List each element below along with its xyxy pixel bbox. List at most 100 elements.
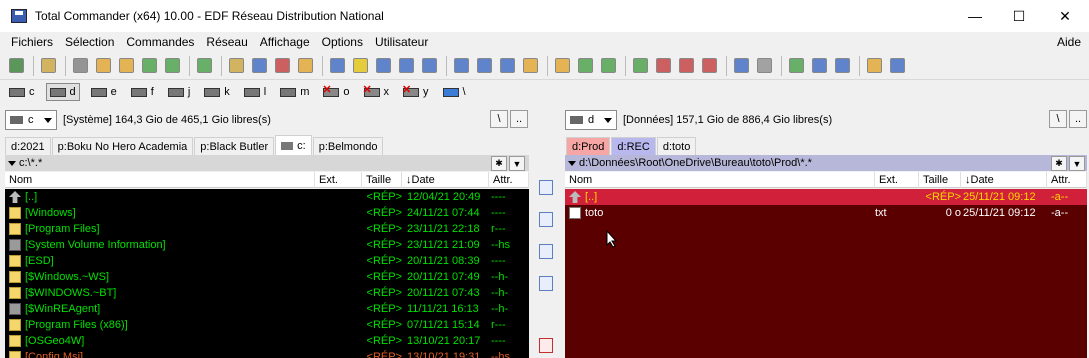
table-row[interactable]: [System Volume Information] <RÉP> 23/11/21… [5,237,529,253]
edit-icon[interactable] [539,212,553,227]
table-row[interactable]: [$Windows.~WS] <RÉP> 20/11/21 07:49 --h- [5,269,529,285]
toolbar-button-icon[interactable] [70,56,90,76]
drive-button-f[interactable]: f [128,83,157,101]
menu-help[interactable]: Aide [1057,35,1081,49]
right-drive-combo[interactable]: d [565,110,617,130]
toolbar-button-icon[interactable] [832,56,852,76]
tab-left[interactable]: c: [275,135,312,155]
drive-button-o[interactable]: o [320,83,352,101]
left-path-bar[interactable]: c:\*.* [5,155,529,171]
drive-button-l[interactable]: l [241,83,269,101]
drive-button-j[interactable]: j [165,83,193,101]
toolbar-button-icon[interactable] [396,56,416,76]
toolbar-button-icon[interactable] [327,56,347,76]
col-ext[interactable]: Ext. [875,172,919,188]
table-row[interactable]: [Program Files (x86)] <RÉP> 07/11/21 15:14… [5,317,529,333]
col-name[interactable]: Nom [5,172,315,188]
right-path-bar[interactable]: d:\Données\Root\OneDrive\Bureau\toto\Pro… [565,155,1087,171]
toolbar-button-icon[interactable] [786,56,806,76]
table-row[interactable]: [$WinREAgent] <RÉP> 11/11/21 16:13 --h- [5,301,529,317]
right-star-button[interactable]: ✱ [1051,156,1067,171]
toolbar-button-icon[interactable] [139,56,159,76]
table-row[interactable]: [..] <RÉP> 12/04/21 20:49 ---- [5,189,529,205]
table-row[interactable]: [Windows] <RÉP> 24/11/21 07:44 ---- [5,205,529,221]
toolbar-button-icon[interactable] [754,56,774,76]
toolbar-button-icon[interactable] [887,56,907,76]
menu-item[interactable]: Sélection [59,35,120,49]
toolbar-button-icon[interactable] [295,56,315,76]
drive-button-d[interactable]: d [45,83,80,101]
toolbar-button-icon[interactable] [552,56,572,76]
table-row[interactable]: [ESD] <RÉP> 20/11/21 08:39 ---- [5,253,529,269]
menu-item[interactable]: Utilisateur [369,35,434,49]
toolbar-button-icon[interactable] [93,56,113,76]
close-button[interactable]: ✕ [1042,0,1088,32]
right-root-button[interactable]: \ [1049,110,1067,128]
col-attr[interactable]: Attr. [489,172,529,188]
col-name[interactable]: Nom [565,172,875,188]
toolbar-button-icon[interactable] [249,56,269,76]
table-row[interactable]: [Config.Msi] <RÉP> 13/10/21 19:31 --hs [5,349,529,358]
right-history-button[interactable]: ▼ [1069,156,1085,171]
col-date[interactable]: ↓Date [961,172,1047,188]
drive-button-network[interactable]: \ [440,83,469,101]
table-row[interactable]: [$WINDOWS.~BT] <RÉP> 20/11/21 07:43 --h- [5,285,529,301]
toolbar-button-icon[interactable] [699,56,719,76]
toolbar-button-icon[interactable] [162,56,182,76]
view-icon[interactable] [539,180,553,195]
toolbar-button-icon[interactable] [497,56,517,76]
toolbar-button-icon[interactable] [350,56,370,76]
left-drive-combo[interactable]: c [5,110,57,130]
col-size[interactable]: Taille [362,172,402,188]
toolbar-button-icon[interactable] [864,56,884,76]
col-date[interactable]: ↓Date [402,172,489,188]
col-ext[interactable]: Ext. [315,172,362,188]
toolbar-button-icon[interactable] [226,56,246,76]
move-icon[interactable] [539,276,553,291]
maximize-button[interactable]: ☐ [996,0,1042,32]
menu-item[interactable]: Réseau [200,35,253,49]
left-file-list[interactable]: [..] <RÉP> 12/04/21 20:49 ---- [Windows] <RÉP… [5,189,529,358]
col-size[interactable]: Taille [919,172,961,188]
drive-button-y[interactable]: y [400,83,432,101]
right-file-list[interactable]: [..] <RÉP> 25/11/21 09:12 -a-- toto txt 0 o 25/… [565,189,1087,358]
toolbar-button-icon[interactable] [6,56,26,76]
tab-left[interactable]: d:2021 [5,137,51,155]
tab-left[interactable]: p:Boku No Hero Academia [51,137,194,155]
left-root-button[interactable]: \ [490,110,508,128]
toolbar-button-icon[interactable] [731,56,751,76]
toolbar-button-icon[interactable] [194,56,214,76]
left-star-button[interactable]: ✱ [491,156,507,171]
minimize-button[interactable]: — [952,0,998,32]
toolbar-button-icon[interactable] [38,56,58,76]
toolbar-button-icon[interactable] [419,56,439,76]
menu-item[interactable]: Fichiers [0,35,59,49]
toolbar-button-icon[interactable] [373,56,393,76]
tab-right[interactable]: d:toto [656,137,697,155]
menu-item[interactable]: Affichage [254,35,316,49]
left-history-button[interactable]: ▼ [509,156,525,171]
copy-icon[interactable] [539,244,553,259]
right-up-button[interactable]: .. [1069,110,1087,128]
menu-item[interactable]: Options [316,35,369,49]
toolbar-button-icon[interactable] [575,56,595,76]
table-row[interactable]: [Program Files] <RÉP> 23/11/21 22:18 r--- [5,221,529,237]
drive-button-m[interactable]: m [277,83,312,101]
table-row[interactable]: toto txt 0 o 25/11/21 09:12 -a-- [565,205,1087,221]
toolbar-button-icon[interactable] [520,56,540,76]
toolbar-button-icon[interactable] [451,56,471,76]
tab-right[interactable]: d:Prod [566,137,611,155]
drive-button-c[interactable]: c [6,83,38,101]
pdf-icon[interactable] [539,338,553,353]
drive-button-x[interactable]: x [361,83,393,101]
toolbar-button-icon[interactable] [474,56,494,76]
drive-button-e[interactable]: e [88,83,120,101]
toolbar-button-icon[interactable] [809,56,829,76]
tab-left[interactable]: p:Black Butler [194,137,275,155]
toolbar-button-icon[interactable] [116,56,136,76]
table-row[interactable]: [OSGeo4W] <RÉP> 13/10/21 20:17 ---- [5,333,529,349]
table-row[interactable]: [..] <RÉP> 25/11/21 09:12 -a-- [565,189,1087,205]
tab-right[interactable]: d:REC [611,137,656,155]
left-up-button[interactable]: .. [510,110,528,128]
drive-button-k[interactable]: k [201,83,233,101]
